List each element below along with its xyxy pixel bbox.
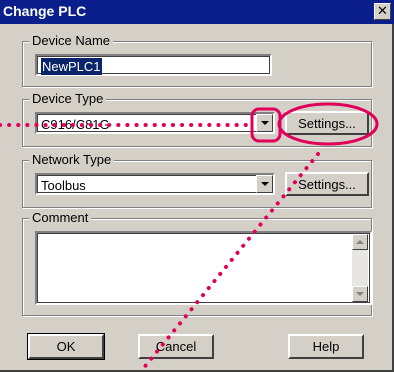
- scroll-down-button[interactable]: [352, 286, 368, 302]
- network-type-select[interactable]: Toolbus: [35, 173, 275, 195]
- device-type-select[interactable]: C916/C81G: [35, 112, 275, 134]
- network-type-label: Network Type: [29, 152, 115, 168]
- cancel-button[interactable]: Cancel: [138, 334, 214, 359]
- scroll-down-icon: [356, 292, 364, 296]
- network-type-settings-label: Settings...: [298, 176, 356, 192]
- device-type-settings-label: Settings...: [298, 115, 356, 131]
- device-name-value: NewPLC1: [41, 58, 102, 75]
- close-button[interactable]: ✕: [374, 3, 391, 20]
- title-bar[interactable]: Change PLC ✕: [0, 0, 394, 24]
- device-name-input[interactable]: NewPLC1: [35, 54, 272, 76]
- device-type-dropdown-button[interactable]: [256, 114, 273, 132]
- ok-label: OK: [56, 339, 76, 354]
- cancel-label: Cancel: [155, 339, 197, 354]
- scroll-up-button[interactable]: [352, 234, 368, 250]
- network-type-value: Toolbus: [41, 178, 86, 193]
- device-name-label: Device Name: [29, 33, 114, 49]
- network-type-settings-button[interactable]: Settings...: [285, 172, 369, 196]
- device-type-label: Device Type: [29, 91, 107, 107]
- change-plc-dialog: Change PLC ✕ Device Name NewPLC1 Device …: [0, 0, 394, 372]
- chevron-down-icon: [260, 182, 269, 186]
- dialog-body: Device Name NewPLC1 Device Type C916/C81…: [0, 24, 394, 372]
- comment-scrollbar[interactable]: [352, 234, 368, 302]
- device-type-settings-button[interactable]: Settings...: [285, 111, 369, 135]
- close-icon: ✕: [377, 3, 388, 18]
- network-type-dropdown-button[interactable]: [256, 175, 273, 193]
- help-label: Help: [312, 339, 340, 354]
- comment-textarea[interactable]: [35, 231, 372, 305]
- device-type-value: C916/C81G: [41, 117, 110, 132]
- help-button[interactable]: Help: [288, 334, 364, 359]
- chevron-down-icon: [260, 121, 269, 125]
- scroll-up-icon: [356, 240, 364, 244]
- comment-label: Comment: [29, 210, 92, 226]
- window-title: Change PLC: [3, 3, 87, 19]
- ok-button[interactable]: OK: [27, 333, 105, 360]
